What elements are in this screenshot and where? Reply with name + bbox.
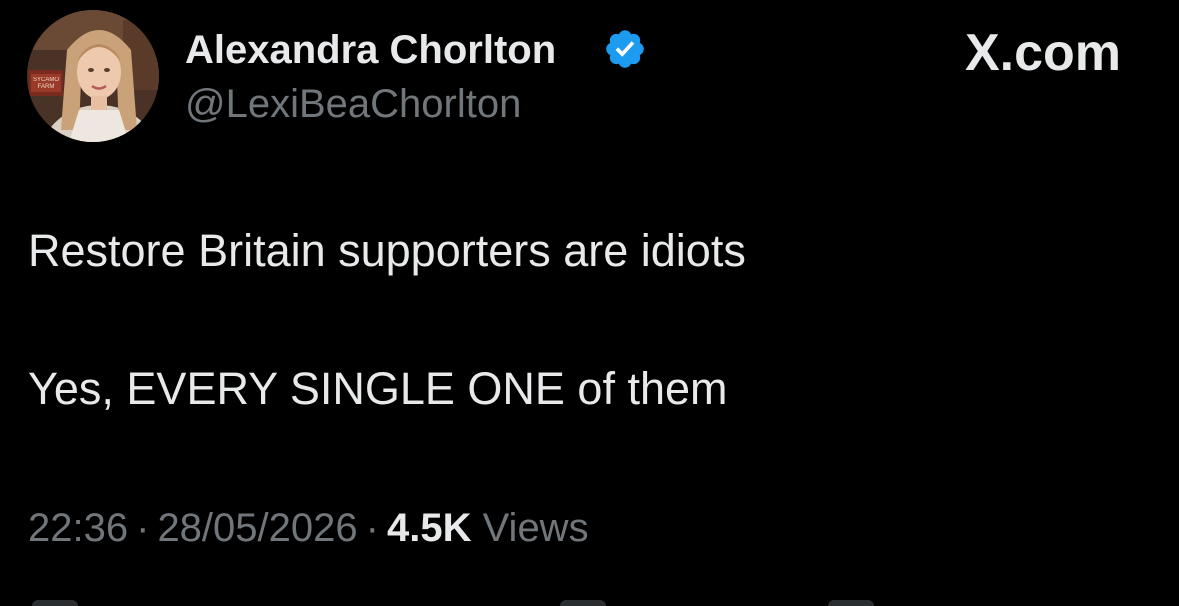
avatar-photo	[27, 10, 159, 142]
avatar[interactable]: SYCAMO FARM	[27, 10, 159, 142]
bookmark-icon[interactable]	[828, 600, 874, 606]
tweet-text-line-2: Yes, EVERY SINGLE ONE of them	[28, 363, 728, 414]
tweet-meta: 22:36 · 28/05/2026 · 4.5K Views	[28, 505, 589, 551]
tweet-text-line-1: Restore Britain supporters are idiots	[28, 225, 746, 276]
x-com-watermark: X.com	[964, 24, 1121, 82]
like-icon[interactable]	[560, 600, 606, 606]
meta-separator: ·	[365, 506, 379, 550]
reply-icon[interactable]	[32, 600, 78, 606]
author-handle[interactable]: @LexiBeaChorlton	[185, 82, 521, 126]
tweet-date[interactable]: 28/05/2026	[157, 506, 357, 550]
tweet-card: SYCAMO FARM Alexandra Chorlton @LexiBeaC…	[0, 0, 1179, 606]
views-label: Views	[482, 506, 589, 550]
action-bar-peek	[0, 598, 1179, 606]
author-display-name[interactable]: Alexandra Chorlton	[185, 28, 556, 72]
views-count[interactable]: 4.5K	[387, 506, 472, 550]
avatar-sign-text: SYCAMO FARM	[32, 77, 59, 90]
verified-badge-icon[interactable]	[603, 27, 647, 71]
tweet-time[interactable]: 22:36	[28, 506, 128, 550]
meta-separator: ·	[136, 506, 150, 550]
